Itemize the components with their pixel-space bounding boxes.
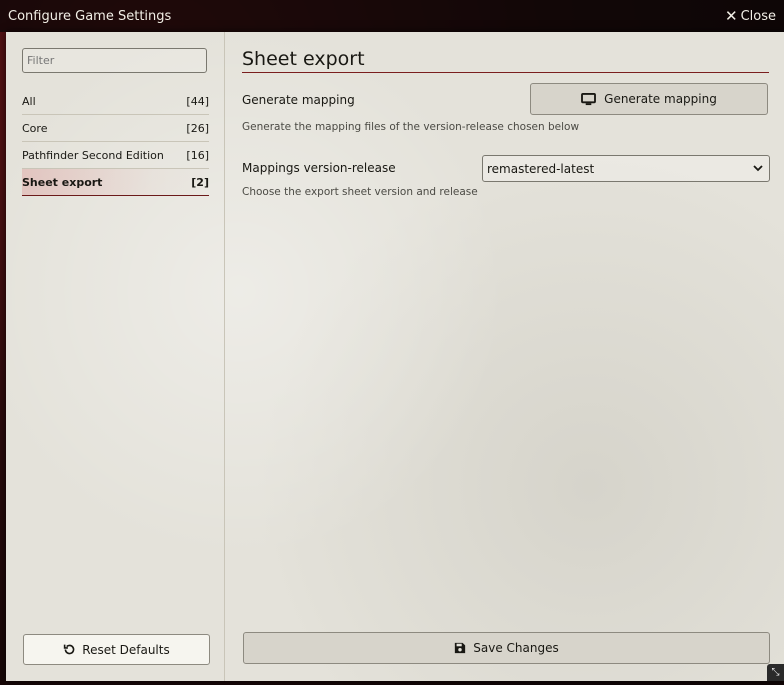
category-count: [26]: [186, 122, 209, 135]
close-label: Close: [740, 8, 776, 24]
mappings-version-select[interactable]: remastered-latest: [482, 155, 770, 182]
close-icon: ✕: [725, 6, 738, 25]
category-item-sheet-export[interactable]: Sheet export [2]: [22, 169, 209, 196]
generate-mapping-button[interactable]: Generate mapping: [530, 83, 768, 115]
generate-mapping-button-label: Generate mapping: [604, 92, 717, 106]
save-label: Save Changes: [473, 641, 559, 655]
generate-mapping-label: Generate mapping: [242, 93, 355, 107]
resize-icon[interactable]: ⤡: [767, 664, 784, 681]
close-button[interactable]: ✕ Close: [725, 6, 776, 25]
category-label: All: [22, 95, 36, 108]
desktop-icon: [581, 92, 597, 106]
category-count: [44]: [186, 95, 209, 108]
save-changes-button[interactable]: Save Changes: [243, 632, 770, 664]
category-label: Core: [22, 122, 48, 135]
reset-label: Reset Defaults: [82, 642, 170, 657]
selected-value: remastered-latest: [487, 161, 595, 176]
filter-input[interactable]: [22, 48, 207, 73]
category-sidebar: All [44] Core [26] Pathfinder Second Edi…: [6, 32, 225, 681]
category-label: Sheet export: [22, 176, 103, 189]
category-item-pathfinder[interactable]: Pathfinder Second Edition [16]: [22, 142, 209, 169]
window-title: Configure Game Settings: [8, 8, 172, 24]
category-label: Pathfinder Second Edition: [22, 149, 164, 162]
category-list: All [44] Core [26] Pathfinder Second Edi…: [22, 88, 209, 196]
undo-icon: [63, 643, 76, 656]
mappings-version-hint: Choose the export sheet version and rele…: [242, 186, 478, 198]
category-count: [16]: [186, 149, 209, 162]
category-item-all[interactable]: All [44]: [22, 88, 209, 115]
window-titlebar: Configure Game Settings ✕ Close: [0, 0, 784, 32]
category-item-core[interactable]: Core [26]: [22, 115, 209, 142]
chevron-down-icon: [753, 165, 763, 172]
generate-mapping-hint: Generate the mapping files of the versio…: [242, 121, 580, 133]
settings-panel: Sheet export Generate mapping Generate m…: [226, 32, 784, 681]
floppy-disk-icon: [454, 642, 466, 654]
settings-window: All [44] Core [26] Pathfinder Second Edi…: [6, 32, 784, 681]
category-count: [2]: [191, 176, 209, 189]
reset-defaults-button[interactable]: Reset Defaults: [23, 634, 210, 665]
mappings-version-label: Mappings version-release: [242, 161, 396, 175]
section-title: Sheet export: [242, 48, 769, 73]
